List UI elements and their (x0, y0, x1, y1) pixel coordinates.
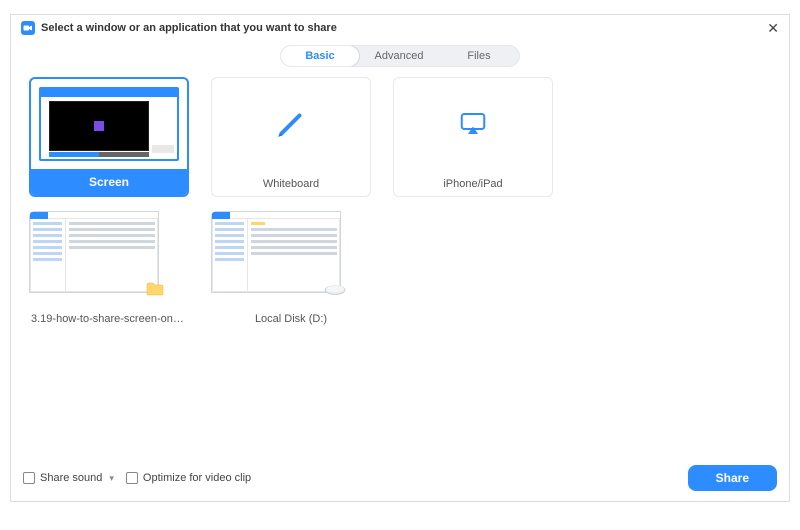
tile-window-1-label: 3.19-how-to-share-screen-on-zo... (29, 308, 189, 331)
checkbox-box (23, 472, 35, 484)
tabs: Basic Advanced Files (11, 41, 789, 77)
tile-window-2-label: Local Disk (D:) (211, 308, 371, 331)
tile-whiteboard[interactable]: Whiteboard (211, 77, 371, 197)
tile-window-1-preview (29, 211, 189, 308)
window-title: Select a window or an application that y… (41, 22, 337, 34)
tile-screen[interactable]: Screen (29, 77, 189, 197)
tab-advanced[interactable]: Advanced (359, 46, 439, 66)
zoom-icon (21, 21, 35, 35)
share-window: Select a window or an application that y… (10, 14, 790, 502)
close-icon[interactable]: ✕ (767, 21, 779, 35)
footer: Share sound ▾ Optimize for video clip Sh… (11, 456, 789, 501)
share-sound-checkbox[interactable]: Share sound ▾ (23, 472, 114, 484)
chevron-down-icon[interactable]: ▾ (109, 473, 114, 484)
tile-window-1[interactable]: 3.19-how-to-share-screen-on-zo... (29, 211, 189, 331)
checkbox-box (126, 472, 138, 484)
tile-iphone-preview (394, 78, 552, 173)
explorer-thumbnail (29, 211, 159, 293)
pencil-icon (274, 107, 308, 144)
share-sound-label: Share sound (40, 472, 102, 484)
tile-screen-preview (31, 79, 187, 169)
tile-screen-label: Screen (31, 169, 187, 195)
tile-window-2-preview (211, 211, 371, 308)
share-button[interactable]: Share (688, 465, 777, 491)
tab-files[interactable]: Files (439, 46, 519, 66)
optimize-checkbox[interactable]: Optimize for video clip (126, 472, 251, 484)
airplay-icon (458, 109, 488, 142)
tile-window-2[interactable]: Local Disk (D:) (211, 211, 371, 331)
optimize-label: Optimize for video clip (143, 472, 251, 484)
tile-whiteboard-preview (212, 78, 370, 173)
desktop-thumbnail (39, 87, 179, 161)
tile-whiteboard-label: Whiteboard (212, 173, 370, 196)
tab-basic[interactable]: Basic (280, 45, 360, 67)
explorer-thumbnail (211, 211, 341, 293)
tile-iphone-ipad[interactable]: iPhone/iPad (393, 77, 553, 197)
titlebar: Select a window or an application that y… (11, 15, 789, 41)
folder-icon (146, 282, 164, 296)
tile-iphone-label: iPhone/iPad (394, 173, 552, 196)
disk-icon (324, 284, 346, 294)
share-grid: Screen Whiteboard (11, 77, 789, 456)
